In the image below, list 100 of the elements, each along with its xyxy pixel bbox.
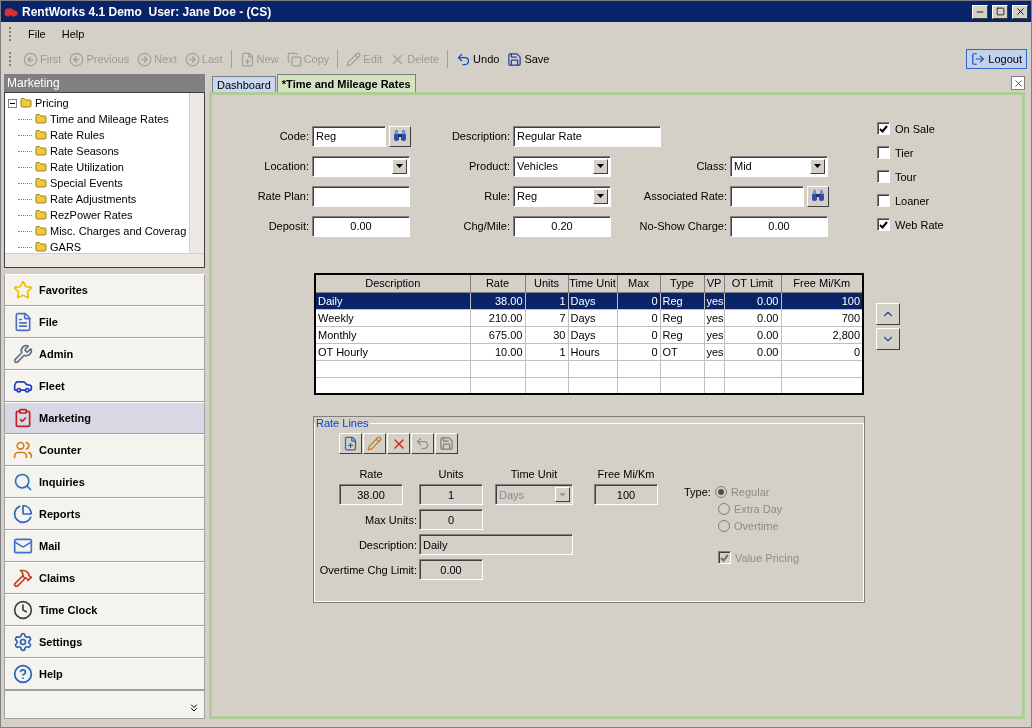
- tree-item[interactable]: GARS: [50, 241, 82, 253]
- input-field[interactable]: 0.20: [513, 215, 611, 237]
- nav-button[interactable]: Claims: [4, 562, 205, 594]
- minimize-button[interactable]: [972, 4, 988, 19]
- nav-button[interactable]: Time Clock: [4, 594, 205, 626]
- logout-button[interactable]: Logout: [966, 49, 1027, 69]
- close-button[interactable]: [1012, 4, 1028, 19]
- collapse-icon[interactable]: [8, 98, 17, 108]
- field-value: 0.20: [551, 220, 573, 232]
- nav-button[interactable]: Counter: [4, 434, 205, 466]
- field-label: No-Show Charge:: [638, 220, 727, 232]
- nav-icon: [13, 344, 33, 364]
- checkbox[interactable]: [877, 194, 890, 207]
- nav-button[interactable]: Help: [4, 658, 205, 690]
- binoculars-icon: [393, 130, 407, 142]
- input-field[interactable]: Reg: [312, 125, 386, 147]
- nav-button[interactable]: Mail: [4, 530, 205, 562]
- table-cell: 0: [617, 326, 660, 343]
- input-field[interactable]: Daily: [419, 534, 573, 555]
- close-tab-button[interactable]: [1011, 76, 1025, 90]
- tab[interactable]: *Time and Mileage Rates: [276, 74, 416, 92]
- tree-item[interactable]: Time and Mileage Rates: [50, 113, 169, 125]
- field-label: Code:: [278, 130, 309, 142]
- tree-item[interactable]: Rate Adjustments: [50, 193, 137, 205]
- new-file-icon: [343, 436, 358, 451]
- vertical-scrollbar[interactable]: [189, 93, 204, 253]
- column-header[interactable]: Free Mi/Km: [781, 274, 863, 292]
- checkbox[interactable]: [877, 122, 890, 135]
- checkbox-label: Tier: [895, 146, 914, 159]
- nav-icon: [13, 472, 33, 492]
- column-header[interactable]: Units: [525, 274, 568, 292]
- binoculars-icon: [811, 190, 825, 202]
- input-field[interactable]: 0.00: [730, 215, 828, 237]
- input-field[interactable]: 0.00: [419, 559, 483, 580]
- tab[interactable]: Dashboard: [212, 76, 276, 92]
- nav-button[interactable]: Admin: [4, 338, 205, 370]
- column-header[interactable]: Max: [617, 274, 660, 292]
- tree-item[interactable]: Misc. Charges and Coverag: [50, 225, 187, 237]
- save-icon: [507, 51, 523, 67]
- nav-button[interactable]: Favorites: [4, 274, 205, 306]
- copy-icon: [286, 51, 302, 67]
- edit-button[interactable]: [363, 433, 386, 454]
- window-title: RentWorks 4.1 Demo User: Jane Doe - (CS): [22, 4, 273, 19]
- nav-button[interactable]: File: [4, 306, 205, 338]
- maximize-button[interactable]: [992, 4, 1008, 19]
- input-field[interactable]: [730, 185, 804, 207]
- nav-button[interactable]: Marketing: [4, 402, 205, 434]
- column-header[interactable]: Time Unit: [568, 274, 617, 292]
- dropdown-field[interactable]: Reg: [513, 185, 611, 207]
- dropdown-field[interactable]: Vehicles: [513, 155, 611, 177]
- checkbox[interactable]: [877, 170, 890, 183]
- save-button[interactable]: [435, 433, 458, 454]
- input-field[interactable]: 1: [419, 484, 483, 505]
- folder-icon: [35, 113, 47, 125]
- column-header[interactable]: Type: [660, 274, 704, 292]
- tree-item[interactable]: RezPower Rates: [50, 209, 133, 221]
- new-button[interactable]: [339, 433, 362, 454]
- save-icon: [439, 436, 454, 451]
- input-field[interactable]: [312, 185, 410, 207]
- tree-item[interactable]: Rate Rules: [50, 129, 105, 141]
- table-cell: Reg: [660, 326, 704, 343]
- checkbox[interactable]: [877, 146, 890, 159]
- toolbar-button[interactable]: Undo: [453, 49, 503, 69]
- tree-item[interactable]: Special Events: [50, 177, 123, 189]
- column-header[interactable]: Description: [315, 274, 470, 292]
- field-value: Regular Rate: [517, 130, 582, 142]
- column-header[interactable]: Rate: [470, 274, 525, 292]
- dropdown-field[interactable]: [312, 155, 410, 177]
- table-cell: 7: [525, 309, 568, 326]
- nav-button[interactable]: Fleet: [4, 370, 205, 402]
- input-field[interactable]: 100: [594, 484, 658, 505]
- table-cell: 210.00: [470, 309, 525, 326]
- nav-button[interactable]: Reports: [4, 498, 205, 530]
- pencil-icon: [367, 436, 382, 451]
- nav-button[interactable]: Settings: [4, 626, 205, 658]
- input-field[interactable]: 38.00: [339, 484, 403, 505]
- tree-item[interactable]: Rate Seasons: [50, 145, 120, 157]
- tree-item[interactable]: Rate Utilization: [50, 161, 124, 173]
- nav-button[interactable]: Inquiries: [4, 466, 205, 498]
- column-header[interactable]: OT Limit: [724, 274, 781, 292]
- horizontal-scrollbar[interactable]: [5, 253, 204, 267]
- checkbox[interactable]: [877, 218, 890, 231]
- chevrons-down-icon[interactable]: [188, 702, 200, 714]
- input-field[interactable]: 0.00: [312, 215, 410, 237]
- move-up-button[interactable]: [876, 303, 900, 325]
- column-header[interactable]: VP: [704, 274, 724, 292]
- lookup-button[interactable]: [389, 125, 411, 147]
- toolbar-button[interactable]: Save: [504, 49, 553, 69]
- dropdown-field[interactable]: Mid: [730, 155, 828, 177]
- next-icon: [137, 51, 153, 67]
- lookup-button[interactable]: [807, 185, 829, 207]
- input-field[interactable]: 0: [419, 509, 483, 530]
- undo-button[interactable]: [411, 433, 434, 454]
- field-label: Product:: [468, 160, 510, 172]
- menu-item[interactable]: File: [22, 26, 52, 42]
- menu-item[interactable]: Help: [55, 26, 91, 42]
- delete-button[interactable]: [387, 433, 410, 454]
- tree-item[interactable]: Pricing: [35, 97, 69, 109]
- move-down-button[interactable]: [876, 328, 900, 350]
- input-field[interactable]: Regular Rate: [513, 125, 661, 147]
